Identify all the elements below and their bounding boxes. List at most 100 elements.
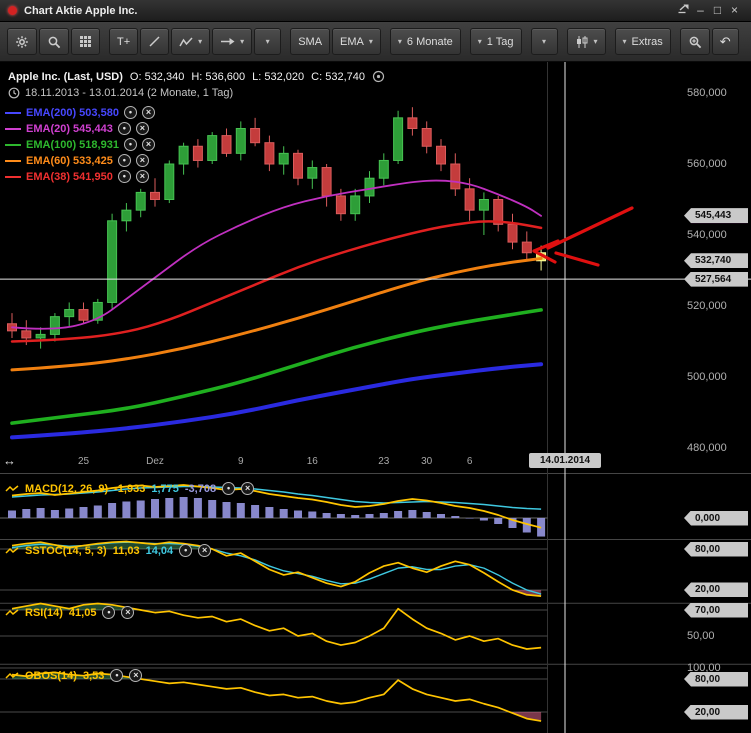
visibility-toggle-button[interactable]: • [123,138,137,151]
price-axis-label: 560,000 [687,158,727,170]
chevron-down-icon: ▾ [397,37,402,46]
price-tag: 545,443 [684,208,748,224]
legend-label: EMA(200) 503,580 [26,106,119,119]
series-swatch [5,111,21,114]
remove-button[interactable]: × [141,138,155,151]
clock-icon [8,87,20,99]
x-axis-tick: Dez [146,456,164,467]
ohlc-field: O: 532,340 [129,70,185,83]
extras-select[interactable]: ▾ Extras [614,28,671,55]
visibility-toggle-button[interactable]: • [110,669,124,682]
x-axis-tick: 25 [77,456,90,467]
text-tool-button[interactable]: T+ [109,28,139,55]
crosshair-date-tag: 14.01.2014 [529,453,601,468]
zoom-icon [688,35,702,49]
remove-button[interactable]: × [121,606,135,619]
search-button[interactable] [39,28,69,55]
visibility-toggle-button[interactable]: • [117,170,131,183]
drawing-tools-dropdown[interactable]: ▾ [254,28,282,55]
toolbar-group: T+ ▾ ▾ ▾ [109,28,282,55]
chevron-down-icon: ▾ [593,37,598,46]
search-icon [47,35,61,49]
x-axis-tick: 6 [466,456,473,467]
indicator-axis-tag: 70,00 [684,602,748,618]
legend-item: EMA(100) 518,931 • × [5,138,155,151]
arrow-tool-icon [220,35,235,48]
indicator-name: OBOS(14) [25,669,77,682]
indicator-value: -1,933 [114,482,146,495]
titlebar: Chart Aktie Apple Inc. – □ × [0,0,751,22]
maximize-button[interactable]: □ [709,3,726,19]
interval-select-label: 1 Tag [486,35,514,48]
zigzag-icon [179,36,193,48]
layout-grid-button[interactable] [71,28,100,55]
ema-button[interactable]: EMA ▾ [332,28,381,55]
macd-label-row: MACD(12, 26, 9) -1,933 1,775 -3,708 • × [5,482,255,495]
remove-button[interactable]: × [141,106,155,119]
remove-button[interactable]: × [135,122,149,135]
date-range-text: 18.11.2013 - 13.01.2014 (2 Monate, 1 Tag… [25,87,234,99]
indicator-value: 14,04 [145,544,174,557]
chevron-down-icon: ▾ [198,37,203,46]
visibility-toggle-button[interactable]: • [117,122,131,135]
zigzag-tool-button[interactable]: ▾ [171,28,211,55]
grid-icon [79,35,92,48]
zoom-button[interactable] [679,28,710,55]
minimize-button[interactable]: – [692,3,709,19]
visibility-toggle-button[interactable]: • [102,606,116,619]
sma-button-label: SMA [298,35,323,48]
chevron-down-icon: ▾ [542,37,547,46]
candle-icon [575,35,589,49]
timeframe-select-label: 6 Monate [406,35,453,48]
remove-button[interactable]: × [135,170,149,183]
indicator-axis-tag: 20,00 [684,704,748,720]
timeframe-select[interactable]: ▾ 6 Monate [389,28,461,55]
arrow-tool-button[interactable]: ▾ [212,28,253,55]
visibility-toggle-button[interactable]: • [222,482,236,495]
remove-button[interactable]: × [129,669,143,682]
legend: EMA(200) 503,580 • × EMA(20) 545,443 • × EMA(1… [5,106,155,183]
legend-label: EMA(20) 545,443 [26,122,113,135]
indicator-axis-tag: 0,000 [684,510,748,526]
legend-item: EMA(38) 541,950 • × [5,170,155,183]
resize-horizontal-icon[interactable]: ↔ [3,453,16,468]
undo-button[interactable]: ↶ [711,28,739,55]
indicator-value: 3,53 [82,669,105,682]
indicator-name: MACD(12, 26, 9) [25,482,109,495]
visibility-toggle-button[interactable]: • [123,106,137,119]
interval-select[interactable]: ▾ 1 Tag [469,28,522,55]
visibility-toggle-button[interactable]: • [179,544,193,557]
legend-label: EMA(100) 518,931 [26,138,119,151]
chevron-down-icon: ▾ [368,37,373,46]
sstoc-label-row: SSTOC(14, 5, 3) 11,03 14,04 • × [5,544,212,557]
indicator-value: -3,708 [184,482,217,495]
remove-button[interactable]: × [135,154,149,167]
instrument-name: Apple Inc. (Last, USD) [8,70,123,83]
chevron-down-icon: ▾ [240,37,245,46]
toolbar-group: ↶ [679,28,739,55]
remove-button[interactable]: × [198,544,212,557]
close-button[interactable]: × [726,3,743,19]
x-axis-tick: 16 [306,456,318,467]
settings-button[interactable] [7,28,37,55]
app-dot-icon [8,6,17,15]
popout-button[interactable] [675,3,692,19]
indicator-axis-tag: 20,00 [684,582,748,598]
chart-type-select[interactable]: ▾ [566,28,606,55]
remove-button[interactable]: × [241,482,255,495]
period-dropdown[interactable]: ▾ [530,28,558,55]
indicator-value: 41,05 [68,606,97,619]
chevron-down-icon: ▾ [265,37,270,46]
toolbar-group: ▾ [566,28,606,55]
indicator-axis-tag: 80,00 [684,671,748,687]
indicator-icon [5,608,19,618]
line-tool-button[interactable] [140,28,170,55]
visibility-toggle-button[interactable]: • [117,154,131,167]
toolbar-group: ▾ Extras [614,28,671,55]
indicator-name: SSTOC(14, 5, 3) [25,544,107,557]
toolbar-group: ▾ [530,28,558,55]
sma-button[interactable]: SMA [290,28,331,55]
legend-label: EMA(60) 533,425 [26,154,113,167]
indicator-value: 1,775 [151,482,179,495]
price-tag: 527,564 [684,271,748,287]
